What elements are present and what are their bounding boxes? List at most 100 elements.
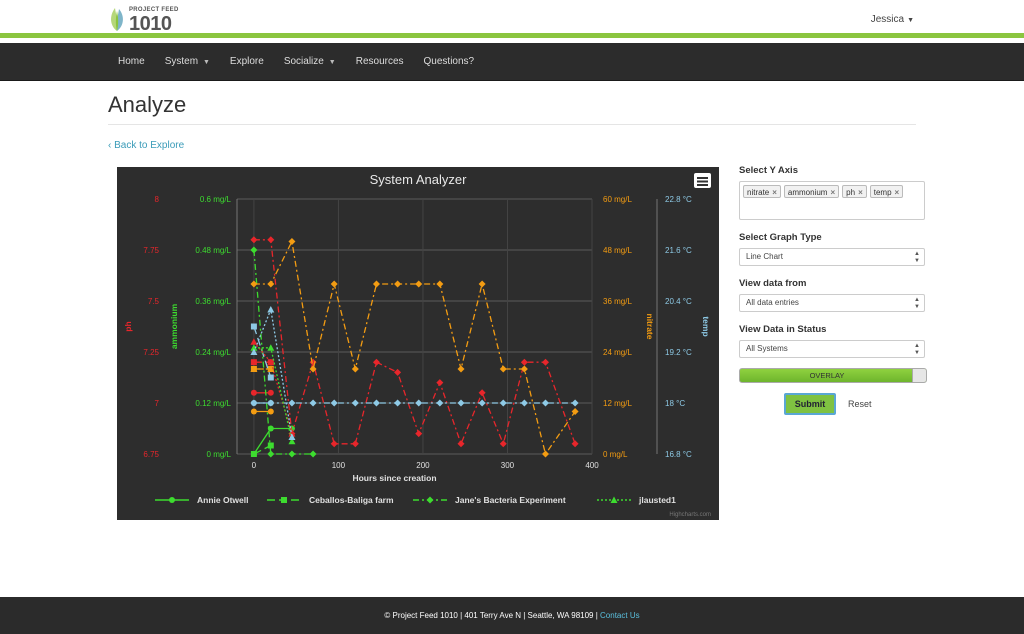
data-point-nitrate bbox=[372, 280, 380, 288]
data-point-temp bbox=[478, 399, 486, 407]
user-menu[interactable]: Jessica ▼ bbox=[871, 14, 914, 25]
tag-nitrate: nitrate × bbox=[743, 185, 781, 198]
graph-type-value: Line Chart bbox=[746, 252, 783, 261]
y-tick-label-nitrate: 12 mg/L bbox=[603, 399, 632, 408]
chart-credits: Highcharts.com bbox=[669, 512, 711, 518]
legend-item[interactable]: Jane's Bacteria Experiment bbox=[455, 495, 566, 505]
data-point-ph bbox=[351, 440, 359, 448]
data-point-ph bbox=[250, 338, 258, 345]
nav-item-label: Explore bbox=[229, 56, 264, 67]
legend-marker bbox=[426, 496, 434, 504]
x-tick-label: 200 bbox=[416, 461, 430, 470]
data-point-ph bbox=[372, 358, 380, 366]
select-arrows-icon: ▲ ▼ bbox=[914, 343, 920, 356]
data-point-ph bbox=[542, 358, 550, 366]
remove-tag-icon[interactable]: × bbox=[895, 188, 900, 197]
leaf-icon bbox=[111, 8, 123, 31]
tag-ph: ph × bbox=[842, 185, 867, 198]
nav-item-system[interactable]: System ▼ bbox=[155, 43, 220, 81]
y-tick-label-ph: 7.5 bbox=[148, 297, 160, 306]
tag-label: nitrate bbox=[747, 188, 770, 197]
graph-type-label: Select Graph Type bbox=[739, 232, 822, 243]
y-tick-label-temp: 22.8 °C bbox=[665, 195, 692, 204]
contact-us-link[interactable]: Contact Us bbox=[600, 611, 640, 620]
data-point-nitrate bbox=[267, 408, 274, 415]
overlay-toggle[interactable]: OVERLAY bbox=[739, 368, 927, 383]
y-tick-label-nitrate: 0 mg/L bbox=[603, 450, 628, 459]
y-tick-label-ammonium: 0.36 mg/L bbox=[195, 297, 231, 306]
data-point-ph bbox=[499, 440, 507, 448]
status-select[interactable]: All Systems ▲ ▼ bbox=[739, 340, 925, 358]
y-tick-label-ammonium: 0.24 mg/L bbox=[195, 348, 231, 357]
data-point-nitrate bbox=[288, 238, 296, 245]
legend-marker bbox=[169, 497, 175, 503]
x-tick-label: 400 bbox=[585, 461, 599, 470]
chart-menu-icon-bar bbox=[697, 180, 708, 183]
nav-item-resources[interactable]: Resources bbox=[346, 43, 414, 81]
data-point-ph bbox=[267, 389, 274, 396]
legend-item[interactable]: Ceballos-Baliga farm bbox=[309, 495, 394, 505]
remove-tag-icon[interactable]: × bbox=[772, 188, 777, 197]
y-tick-label-ph: 6.75 bbox=[143, 450, 159, 459]
x-tick-label: 100 bbox=[332, 461, 346, 470]
y-tick-label-nitrate: 36 mg/L bbox=[603, 297, 632, 306]
legend-item[interactable]: Annie Otwell bbox=[197, 495, 248, 505]
remove-tag-icon[interactable]: × bbox=[830, 188, 835, 197]
remove-tag-icon[interactable]: × bbox=[858, 188, 863, 197]
x-axis-title: Hours since creation bbox=[352, 473, 436, 483]
x-tick-label: 300 bbox=[501, 461, 515, 470]
data-point-nitrate bbox=[542, 450, 550, 458]
legend-marker bbox=[610, 496, 618, 503]
status-value: All Systems bbox=[746, 344, 788, 353]
y-tick-label-temp: 18 °C bbox=[665, 399, 685, 408]
data-point-ph bbox=[520, 358, 528, 366]
nav-item-label: Questions? bbox=[423, 56, 475, 67]
y-axis-tag-input[interactable]: nitrate × ammonium × ph × temp × bbox=[739, 181, 925, 220]
data-point-temp bbox=[309, 399, 317, 407]
data-point-nitrate bbox=[330, 280, 338, 288]
data-point-nitrate bbox=[250, 408, 257, 415]
nav-item-socialize[interactable]: Socialize ▼ bbox=[274, 43, 346, 81]
submit-button[interactable]: Submit bbox=[784, 393, 836, 415]
data-point-ph bbox=[330, 440, 338, 448]
data-point-ph bbox=[250, 389, 257, 396]
y-tick-label-temp: 16.8 °C bbox=[665, 450, 692, 459]
data-point-temp bbox=[520, 399, 528, 407]
select-arrows-icon: ▲ ▼ bbox=[914, 297, 920, 310]
y-tick-label-temp: 21.6 °C bbox=[665, 246, 692, 255]
tag-ammonium: ammonium × bbox=[783, 185, 840, 198]
back-to-explore-link[interactable]: ‹ Back to Explore bbox=[108, 140, 184, 151]
data-point-temp bbox=[330, 399, 338, 407]
data-point-ph bbox=[457, 440, 465, 448]
y-tick-label-nitrate: 24 mg/L bbox=[603, 348, 632, 357]
nav-item-home[interactable]: Home bbox=[108, 43, 155, 81]
data-point-ammonium bbox=[309, 450, 317, 458]
legend-item[interactable]: jlausted1 bbox=[638, 495, 676, 505]
y-tick-label-ammonium: 0.6 mg/L bbox=[200, 195, 232, 204]
data-point-nitrate bbox=[351, 365, 359, 373]
data-point-nitrate bbox=[436, 280, 444, 288]
nav-item-label: Home bbox=[118, 56, 145, 67]
data-point-ammonium bbox=[288, 450, 296, 458]
logo-big-text: 1010 bbox=[129, 13, 172, 35]
analyze-controls: Select Y Axis nitrate × ammonium × ph × tem… bbox=[739, 165, 927, 415]
graph-type-select[interactable]: Line Chart ▲ ▼ bbox=[739, 248, 925, 266]
page-title: Analyze bbox=[108, 92, 187, 117]
caret-down-icon: ▼ bbox=[201, 59, 210, 66]
y-tick-label-ph: 7.75 bbox=[143, 246, 159, 255]
status-label: View Data in Status bbox=[739, 324, 827, 335]
tag-label: temp bbox=[873, 188, 892, 197]
reset-button[interactable]: Reset bbox=[848, 399, 872, 409]
data-point-ph bbox=[250, 359, 257, 366]
x-tick-label: 0 bbox=[252, 461, 257, 470]
nav-item-label: System bbox=[164, 56, 199, 67]
divider bbox=[108, 124, 916, 125]
data-point-temp bbox=[267, 306, 275, 313]
nav-item-explore[interactable]: Explore bbox=[220, 43, 274, 81]
data-point-ph bbox=[309, 358, 317, 366]
project-feed-logo[interactable]: PROJECT FEED 1010 bbox=[108, 6, 179, 34]
y-tick-label-ammonium: 0.48 mg/L bbox=[195, 246, 231, 255]
view-from-select[interactable]: All data entries ▲ ▼ bbox=[739, 294, 925, 312]
user-name: Jessica bbox=[870, 14, 905, 25]
nav-item-questions[interactable]: Questions? bbox=[414, 43, 485, 81]
